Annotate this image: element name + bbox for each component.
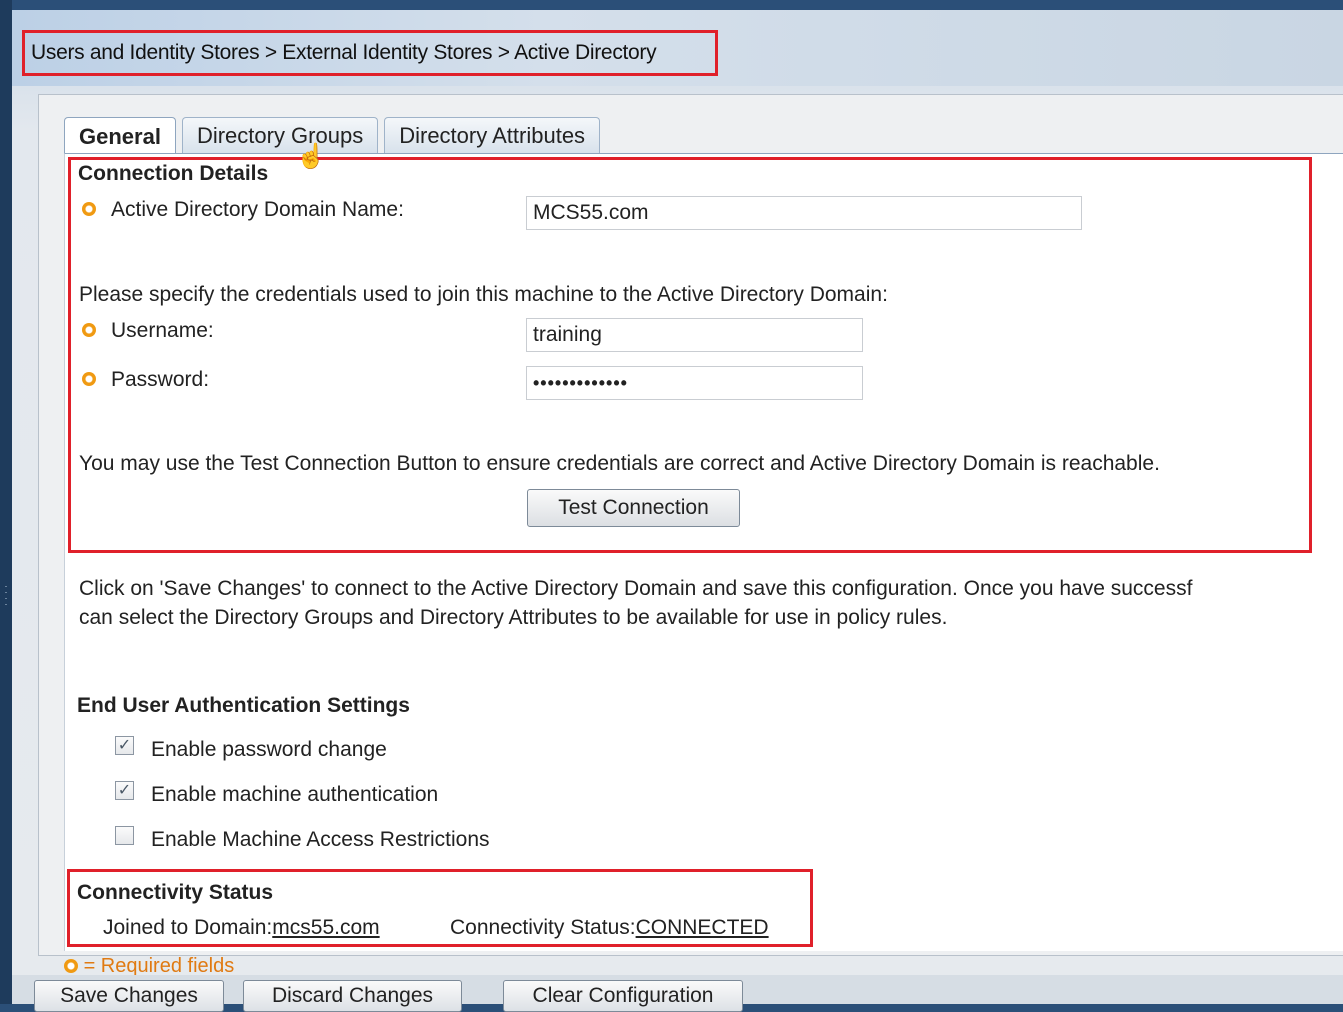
required-icon (82, 372, 96, 386)
tab-directory-attributes[interactable]: Directory Attributes (384, 117, 601, 153)
required-icon (82, 323, 96, 337)
enable-machine-auth-checkbox[interactable]: ✓ (115, 781, 134, 800)
domain-name-input[interactable] (526, 196, 1082, 230)
connection-details-heading: Connection Details (78, 162, 269, 185)
tab-general[interactable]: General (64, 117, 176, 155)
discard-changes-button[interactable]: Discard Changes (243, 980, 462, 1012)
domain-name-label: Active Directory Domain Name: (111, 198, 404, 221)
joined-domain-value[interactable]: mcs55.com (272, 916, 379, 939)
password-label: Password: (111, 368, 210, 391)
clear-configuration-button[interactable]: Clear Configuration (503, 980, 743, 1012)
connectivity-status-heading: Connectivity Status (77, 881, 274, 904)
enable-mar-label[interactable]: Enable Machine Access Restrictions (151, 828, 490, 852)
enable-mar-checkbox[interactable] (115, 826, 134, 845)
password-input[interactable]: ••••••••••••• (526, 366, 863, 400)
enable-password-change-checkbox[interactable]: ✓ (115, 736, 134, 755)
tab-directory-groups[interactable]: Directory Groups (181, 117, 379, 153)
enable-machine-auth-label[interactable]: Enable machine authentication (151, 783, 438, 807)
tab-bar: General Directory Groups Directory Attri… (64, 117, 601, 155)
save-info-line-1: Click on 'Save Changes' to connect to th… (79, 577, 1193, 600)
breadcrumb: Users and Identity Stores > External Ide… (22, 30, 718, 76)
save-info-line-2: can select the Directory Groups and Dire… (79, 606, 948, 629)
grip-icon: · · · · (4, 581, 8, 609)
left-resize-handle[interactable]: · · · · (0, 0, 12, 1004)
hand-cursor-icon: ☝ (296, 143, 326, 170)
credentials-prompt: Please specify the credentials used to j… (79, 283, 888, 306)
enable-password-change-label[interactable]: Enable password change (151, 738, 387, 762)
test-connection-button[interactable]: Test Connection (527, 489, 740, 527)
breadcrumb-text: Users and Identity Stores > External Ide… (31, 41, 657, 64)
connectivity-status-label: Connectivity Status: (450, 916, 636, 939)
test-connection-hint: You may use the Test Connection Button t… (79, 452, 1160, 475)
required-icon (64, 959, 78, 973)
username-input[interactable] (526, 318, 863, 352)
connectivity-status-row: Connectivity Status:CONNECTED (450, 916, 769, 940)
username-label: Username: (111, 319, 214, 342)
save-changes-button[interactable]: Save Changes (34, 980, 224, 1012)
required-legend-text: = Required fields (83, 955, 235, 977)
required-icon (82, 202, 96, 216)
joined-domain-label: Joined to Domain: (103, 916, 273, 939)
joined-domain-row: Joined to Domain:mcs55.com (103, 916, 380, 940)
connectivity-status-value[interactable]: CONNECTED (636, 916, 769, 939)
auth-settings-heading: End User Authentication Settings (77, 694, 410, 717)
